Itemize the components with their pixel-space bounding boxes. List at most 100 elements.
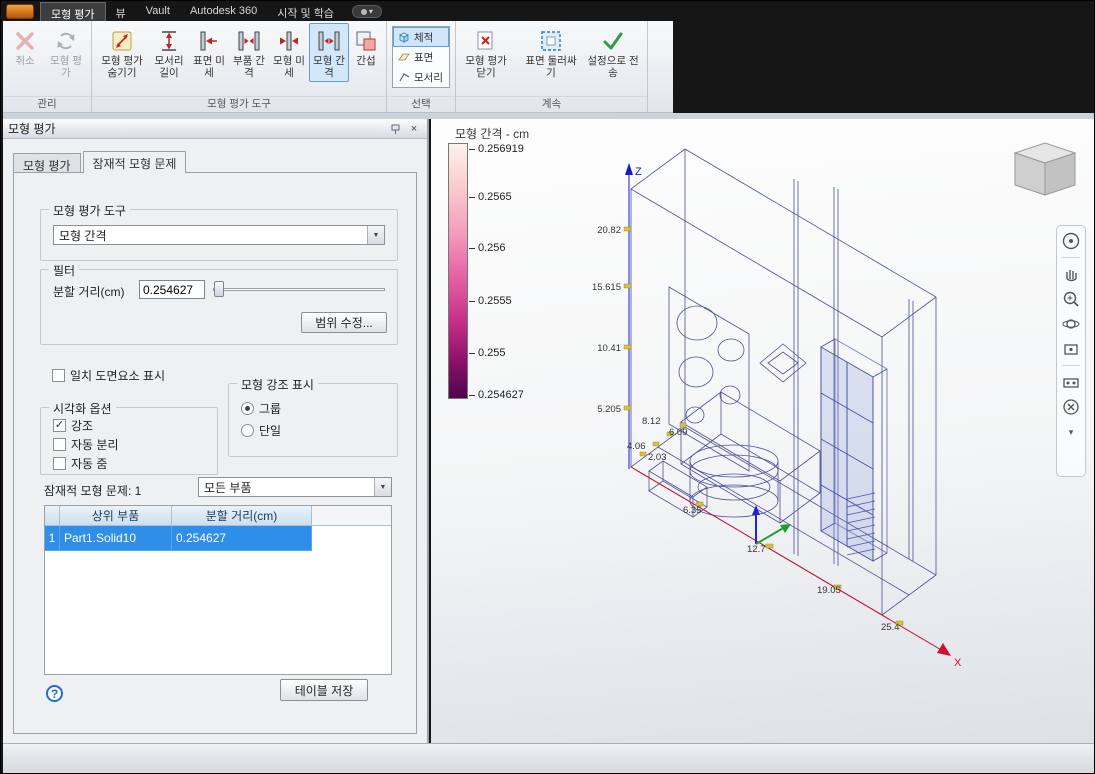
ribbon-tab-vault[interactable]: Vault bbox=[136, 2, 180, 21]
auto-isolate-checkbox[interactable]: 자동 분리 bbox=[53, 436, 119, 453]
checkbox-box[interactable] bbox=[53, 457, 66, 470]
tab-model-evaluation[interactable]: 모형 평가 bbox=[13, 153, 81, 173]
ribbon-tab-view[interactable]: 뷰 bbox=[106, 2, 136, 21]
edge-icon bbox=[399, 73, 410, 82]
interference-icon bbox=[352, 27, 380, 54]
look-at-icon[interactable] bbox=[1060, 338, 1082, 360]
group-radio[interactable]: 그룹 bbox=[241, 400, 281, 417]
origin-triad bbox=[752, 505, 791, 545]
interference-button[interactable]: 간섭 bbox=[349, 23, 383, 70]
auto-zoom-checkbox[interactable]: 자동 줌 bbox=[53, 455, 107, 472]
ribbon: 취소 모형 평가 관리 모형 평가 숨기기 모서리 길이 표면 미세 부품 간격… bbox=[3, 21, 673, 113]
close-evaluation-button[interactable]: 모형 평가 닫기 bbox=[459, 23, 513, 82]
cancel-button[interactable]: 취소 bbox=[6, 23, 44, 70]
group-label-manage: 관리 bbox=[3, 96, 91, 112]
checkbox-box[interactable] bbox=[52, 369, 65, 382]
radio-button[interactable] bbox=[241, 402, 254, 415]
group-label-continue: 계속 bbox=[456, 96, 647, 112]
part-gap-icon bbox=[235, 27, 263, 54]
ribbon-group-continue: 모형 평가 닫기 표면 둘러싸기 설정으로 전송 계속 bbox=[456, 21, 648, 112]
part-gap-button[interactable]: 부품 간격 bbox=[229, 23, 269, 82]
separator bbox=[1062, 257, 1080, 258]
panel-titlebar: 모형 평가 × bbox=[3, 119, 427, 139]
svg-text:15.615: 15.615 bbox=[592, 282, 621, 293]
radio-button[interactable] bbox=[241, 424, 254, 437]
viewport[interactable]: 모형 간격 - cm 0.256919 0.2565 0.256 0.2555 … bbox=[431, 119, 1094, 743]
filter-groupbox: 필터 분할 거리(cm) 범위 수정... bbox=[40, 262, 398, 345]
edge-length-button[interactable]: 모서리 길이 bbox=[149, 23, 189, 82]
modify-range-button[interactable]: 범위 수정... bbox=[301, 312, 387, 333]
app-button[interactable] bbox=[6, 4, 34, 19]
distance-label: 분할 거리(cm) bbox=[53, 285, 125, 299]
tool-groupbox: 모형 평가 도구 모형 간격 ▼ bbox=[40, 202, 398, 261]
orbit-icon[interactable] bbox=[1060, 313, 1082, 335]
table-row[interactable]: 1 Part1.Solid10 0.254627 bbox=[45, 526, 391, 551]
slider-track bbox=[213, 288, 385, 291]
svg-text:6.35: 6.35 bbox=[683, 505, 702, 516]
hide-evaluation-button[interactable]: 모형 평가 숨기기 bbox=[95, 23, 149, 82]
surface-fine-icon bbox=[195, 27, 223, 54]
chevron-down-icon: ▼ bbox=[374, 478, 391, 496]
svg-text:Z: Z bbox=[635, 166, 642, 178]
group-label-selection: 선택 bbox=[387, 96, 455, 112]
steering-wheel-icon[interactable] bbox=[1060, 230, 1082, 252]
pin-icon[interactable] bbox=[388, 122, 404, 136]
close-icon[interactable]: × bbox=[406, 122, 422, 136]
parts-filter-dropdown[interactable]: 모든 부품 ▼ bbox=[198, 477, 392, 497]
edge-length-icon bbox=[155, 27, 183, 54]
separator bbox=[1062, 365, 1080, 366]
distance-slider[interactable] bbox=[213, 280, 385, 298]
svg-text:2.03: 2.03 bbox=[648, 452, 667, 463]
svg-text:6.09: 6.09 bbox=[669, 427, 688, 438]
zoom-icon[interactable] bbox=[1060, 288, 1082, 310]
svg-text:8.12: 8.12 bbox=[642, 416, 661, 427]
single-radio[interactable]: 단일 bbox=[241, 422, 281, 439]
highlight-checkbox[interactable]: ✓ 강조 bbox=[53, 417, 93, 434]
surface-icon bbox=[398, 53, 410, 61]
surface-wrap-button[interactable]: 표면 둘러싸기 bbox=[520, 23, 582, 82]
slider-thumb[interactable] bbox=[214, 281, 224, 297]
ribbon-group-selection: 체적 표면 모서리 선택 bbox=[387, 21, 456, 112]
svg-text:4.06: 4.06 bbox=[627, 441, 646, 452]
ribbon-group-tools: 모형 평가 숨기기 모서리 길이 표면 미세 부품 간격 모형 미세 모형 간격… bbox=[92, 21, 387, 112]
help-icon[interactable]: ? bbox=[46, 685, 63, 702]
send-to-settings-button[interactable]: 설정으로 전송 bbox=[582, 23, 644, 82]
status-bar bbox=[3, 743, 1094, 773]
viewport-canvas[interactable]: Z X 20.82 15.615 10.41 5.205 6.35 12.7 1… bbox=[431, 119, 1094, 743]
select-edge-button[interactable]: 모서리 bbox=[393, 67, 449, 87]
navigation-bar: ▾ bbox=[1056, 225, 1086, 477]
chevron-down-icon[interactable]: ▾ bbox=[1060, 421, 1082, 443]
select-volume-button[interactable]: 체적 bbox=[393, 27, 449, 47]
model-evaluation-panel: 모형 평가 × 모형 평가 잠재적 모형 문제 모형 평가 도구 모형 간격 ▼… bbox=[3, 119, 429, 743]
highlighted-panel bbox=[820, 338, 888, 562]
z-axis: Z bbox=[625, 163, 642, 469]
ribbon-tab-bar: 모형 평가 뷰 Vault Autodesk 360 시작 및 학습 ▾ bbox=[1, 1, 1094, 21]
surface-fine-button[interactable]: 표면 미세 bbox=[189, 23, 229, 82]
header-corner bbox=[45, 506, 60, 526]
select-surface-button[interactable]: 표면 bbox=[393, 47, 449, 67]
svg-text:5.205: 5.205 bbox=[597, 404, 621, 415]
svg-text:19.05: 19.05 bbox=[817, 585, 841, 596]
model-fine-icon bbox=[275, 27, 303, 54]
model-gap-button[interactable]: 모형 간격 bbox=[309, 23, 349, 82]
distance-input[interactable] bbox=[139, 280, 205, 299]
ribbon-tab-autodesk360[interactable]: Autodesk 360 bbox=[180, 2, 267, 21]
save-table-button[interactable]: 테이블 저장 bbox=[280, 679, 368, 701]
tab-potential-problems[interactable]: 잠재적 모형 문제 bbox=[82, 151, 187, 173]
model-fine-button[interactable]: 모형 미세 bbox=[269, 23, 309, 82]
svg-text:12.7: 12.7 bbox=[747, 544, 766, 555]
ribbon-tab-model-eval[interactable]: 모형 평가 bbox=[40, 2, 106, 21]
hide-evaluation-icon bbox=[108, 27, 136, 54]
ribbon-group-manage: 취소 모형 평가 관리 bbox=[3, 21, 92, 112]
camera-icon[interactable] bbox=[1060, 371, 1082, 393]
checkbox-box[interactable] bbox=[53, 438, 66, 451]
match-geometry-checkbox[interactable]: 일치 도면요소 표시 bbox=[52, 367, 165, 384]
evaluation-tool-dropdown[interactable]: 모형 간격 ▼ bbox=[53, 225, 385, 245]
model-evaluate-button[interactable]: 모형 평가 bbox=[44, 23, 88, 82]
checkbox-box[interactable]: ✓ bbox=[53, 419, 66, 432]
view-cube[interactable] bbox=[1013, 142, 1077, 196]
pan-hand-icon[interactable] bbox=[1060, 263, 1082, 285]
cloud-menu-badge[interactable]: ▾ bbox=[351, 5, 382, 18]
ribbon-tab-getstarted[interactable]: 시작 및 학습 bbox=[267, 2, 344, 21]
close-wheel-icon[interactable] bbox=[1060, 396, 1082, 418]
